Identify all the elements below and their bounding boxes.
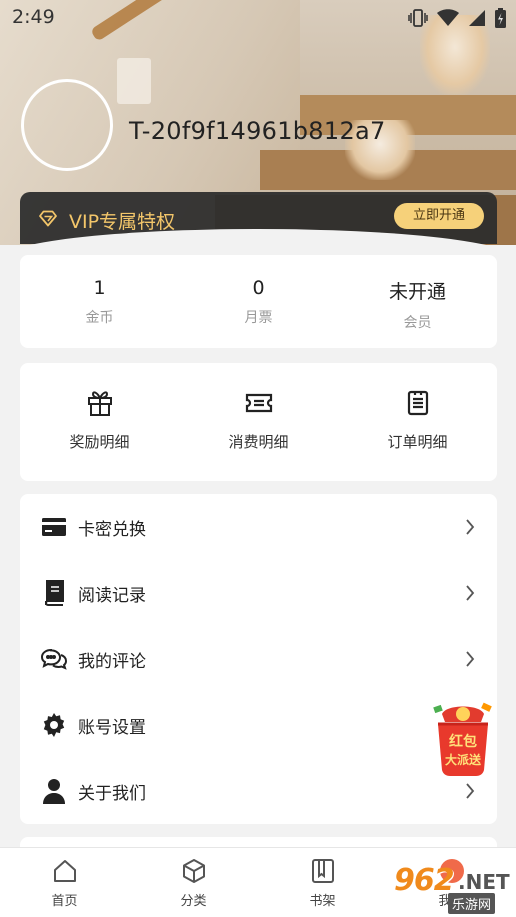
- watermark-number: 962: [394, 863, 455, 898]
- tab-label: 首页: [51, 894, 78, 909]
- menu-item-account-settings[interactable]: 账号设置: [20, 692, 497, 758]
- quick-link-label: 消费明细: [228, 433, 289, 451]
- site-watermark: 962 .NET 乐游网: [390, 860, 516, 917]
- menu-item-my-comments[interactable]: 我的评论: [20, 626, 497, 692]
- diamond-icon: [38, 210, 58, 231]
- menu-item-redeem-card[interactable]: 卡密兑换: [20, 494, 497, 560]
- battery-icon: [495, 8, 506, 28]
- home-icon: [0, 858, 129, 884]
- menu-item-label: 我的评论: [78, 651, 146, 672]
- vibrate-icon: [408, 9, 428, 27]
- stat-value: 1: [93, 277, 106, 299]
- chevron-right-icon: [465, 584, 475, 606]
- gear-icon: [40, 711, 68, 739]
- cell-signal-icon: [468, 9, 486, 27]
- quick-link-orders[interactable]: 订单明细: [338, 363, 497, 481]
- user-icon: [40, 777, 68, 805]
- stat-membership[interactable]: 未开通 会员: [338, 255, 497, 348]
- comments-icon: [40, 645, 68, 673]
- stat-value: 未开通: [388, 281, 446, 303]
- quick-link-spending[interactable]: 消费明细: [179, 363, 338, 481]
- menu-item-label: 卡密兑换: [78, 519, 146, 540]
- clipboard-icon: [338, 389, 497, 417]
- ticket-icon: [179, 389, 338, 417]
- quick-link-label: 奖励明细: [69, 433, 130, 451]
- menu-card: 卡密兑换 阅读记录 我的评论 账号设置 关于我们: [20, 494, 497, 824]
- red-packet-float-button[interactable]: 红包 大派送: [432, 700, 494, 776]
- red-packet-line1: 红包: [449, 733, 477, 750]
- stat-label: 金币: [85, 310, 114, 326]
- watermark-site: 乐游网: [448, 893, 496, 914]
- gift-icon: [20, 389, 179, 417]
- tab-bookshelf[interactable]: 书架: [258, 848, 387, 917]
- chevron-right-icon: [465, 782, 475, 804]
- menu-item-label: 阅读记录: [78, 585, 146, 606]
- cube-icon: [129, 858, 258, 884]
- menu-item-label: 账号设置: [78, 717, 146, 738]
- chevron-right-icon: [465, 650, 475, 672]
- wifi-icon: [437, 9, 459, 27]
- stat-label: 会员: [403, 315, 432, 331]
- card-icon: [40, 513, 68, 541]
- status-bar: 2:49: [0, 0, 516, 34]
- red-packet-line2: 大派送: [445, 752, 482, 767]
- tab-label: 书架: [309, 894, 336, 909]
- avatar[interactable]: [21, 79, 113, 171]
- book-icon: [40, 579, 68, 607]
- vip-label: VIP专属特权: [69, 211, 176, 233]
- bookshelf-icon: [258, 858, 387, 884]
- menu-item-about-us[interactable]: 关于我们: [20, 758, 497, 824]
- tab-category[interactable]: 分类: [129, 848, 258, 917]
- tab-label: 分类: [180, 894, 207, 909]
- watermark-domain: .NET: [458, 870, 510, 894]
- menu-item-reading-history[interactable]: 阅读记录: [20, 560, 497, 626]
- quick-link-label: 订单明细: [387, 433, 448, 451]
- stat-monthly-tickets[interactable]: 0 月票: [179, 255, 338, 348]
- quick-links-card: 奖励明细 消费明细 订单明细: [20, 363, 497, 481]
- chevron-right-icon: [465, 518, 475, 540]
- quick-link-rewards[interactable]: 奖励明细: [20, 363, 179, 481]
- stat-label: 月票: [244, 310, 273, 326]
- stats-card: 1 金币 0 月票 未开通 会员: [20, 255, 497, 348]
- user-id: T-20f9f14961b812a7: [129, 117, 386, 145]
- tab-home[interactable]: 首页: [0, 848, 129, 917]
- status-time: 2:49: [12, 6, 55, 28]
- stat-value: 0: [252, 277, 265, 299]
- stat-coins[interactable]: 1 金币: [20, 255, 179, 348]
- menu-item-label: 关于我们: [78, 783, 146, 804]
- open-vip-button[interactable]: 立即开通: [394, 203, 484, 229]
